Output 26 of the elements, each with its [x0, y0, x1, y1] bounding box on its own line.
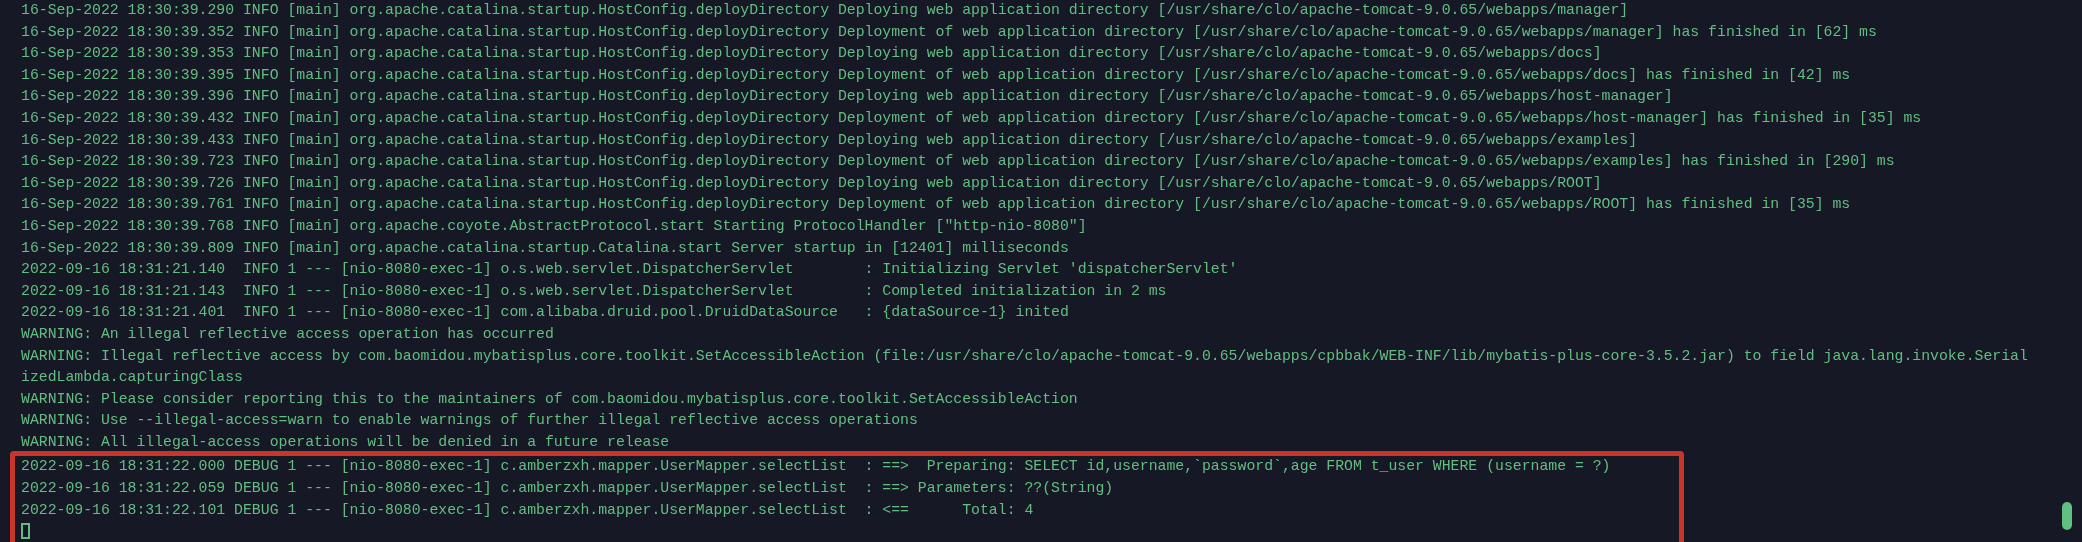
log-line: 2022-09-16 18:31:21.401 INFO 1 --- [nio-8080-exec-1] com.alibaba.druid.pool.DruidDataSource : {dataSource-1} inited [21, 303, 1069, 323]
text-cursor [21, 523, 30, 540]
log-line: 16-Sep-2022 18:30:39.761 INFO [main] org.apache.catalina.startup.HostConfig.deployDirectory Deployment of web application directory [/usr/share/clo/apache-tomcat-9.0.65/webapps/ROOT] has finished in [35] ms [21, 195, 1851, 215]
log-line: izedLambda.capturingClass [21, 368, 243, 388]
log-line: WARNING: An illegal reflective access operation has occurred [21, 324, 554, 344]
log-line: 16-Sep-2022 18:30:39.290 INFO [main] org.apache.catalina.startup.HostConfig.deployDirectory Deploying web application directory [/usr/share/clo/apache-tomcat-9.0.65/webapps/manager] [21, 1, 1629, 20]
scrollbar-thumb[interactable] [2062, 502, 2072, 530]
log-line: 16-Sep-2022 18:30:39.723 INFO [main] org.apache.catalina.startup.HostConfig.deployDirectory Deployment of web application directory [/usr/share/clo/apache-tomcat-9.0.65/webapps/examples] has finished in [290] ms [21, 152, 1895, 172]
log-line: WARNING: Please consider reporting this to the maintainers of com.baomidou.mybatisplus.core.toolkit.SetAccessibleAction [21, 389, 1078, 409]
log-line: 16-Sep-2022 18:30:39.396 INFO [main] org.apache.catalina.startup.HostConfig.deployDirectory Deploying web application directory [/usr/share/clo/apache-tomcat-9.0.65/webapps/host-manager] [21, 87, 1673, 107]
log-line: 2022-09-16 18:31:21.140 INFO 1 --- [nio-8080-exec-1] o.s.web.servlet.DispatcherServlet : Initializing Servlet 'dispatcherServlet' [21, 260, 1238, 280]
log-line: 16-Sep-2022 18:30:39.726 INFO [main] org.apache.catalina.startup.HostConfig.deployDirectory Deploying web application directory [/usr/share/clo/apache-tomcat-9.0.65/webapps/ROOT] [21, 173, 1602, 193]
log-line: 16-Sep-2022 18:30:39.395 INFO [main] org.apache.catalina.startup.HostConfig.deployDirectory Deployment of web application directory [/usr/share/clo/apache-tomcat-9.0.65/webapps/docs] has finished in [42] ms [21, 65, 1851, 85]
log-line: 16-Sep-2022 18:30:39.353 INFO [main] org.apache.catalina.startup.HostConfig.deployDirectory Deploying web application directory [/usr/share/clo/apache-tomcat-9.0.65/webapps/docs] [21, 44, 1602, 64]
log-line: WARNING: All illegal-access operations will be denied in a future release [21, 432, 670, 452]
log-line: 2022-09-16 18:31:21.143 INFO 1 --- [nio-8080-exec-1] o.s.web.servlet.DispatcherServlet : Completed initialization in 2 ms [21, 281, 1167, 301]
log-line: WARNING: Use --illegal-access=warn to enable warnings of further illegal reflective access operations [21, 411, 918, 431]
log-line: WARNING: Illegal reflective access by com.baomidou.mybatisplus.core.toolkit.SetAccessibleAction (file:/usr/share/clo/apache-tomcat-9.0.65/webapps/cpbbak/WEB-INF/lib/mybatis-plus-core-3.5.2.jar) to field java.lang.invoke.Serial [21, 346, 2028, 366]
log-line: 2022-09-16 18:31:22.000 DEBUG 1 --- [nio-8080-exec-1] c.amberzxh.mapper.UserMapper.selectList : ==> Preparing: SELECT id,username,`password`,age FROM t_user WHERE (username = ?) [21, 457, 1611, 477]
log-line: 2022-09-16 18:31:22.101 DEBUG 1 --- [nio-8080-exec-1] c.amberzxh.mapper.UserMapper.selectList : <== Total: 4 [21, 500, 1034, 520]
log-line: 16-Sep-2022 18:30:39.432 INFO [main] org.apache.catalina.startup.HostConfig.deployDirectory Deployment of web application directory [/usr/share/clo/apache-tomcat-9.0.65/webapps/host-manager] has finished in [35] ms [21, 108, 1922, 128]
log-line: 16-Sep-2022 18:30:39.809 INFO [main] org.apache.catalina.startup.Catalina.start Server startup in [12401] milliseconds [21, 238, 1069, 258]
log-line: 16-Sep-2022 18:30:39.352 INFO [main] org.apache.catalina.startup.HostConfig.deployDirectory Deployment of web application directory [/usr/share/clo/apache-tomcat-9.0.65/webapps/manager] has finished in [62] ms [21, 22, 1877, 42]
log-line: 16-Sep-2022 18:30:39.433 INFO [main] org.apache.catalina.startup.HostConfig.deployDirectory Deploying web application directory [/usr/share/clo/apache-tomcat-9.0.65/webapps/examples] [21, 130, 1638, 150]
log-line: 16-Sep-2022 18:30:39.768 INFO [main] org.apache.coyote.AbstractProtocol.start Starting ProtocolHandler ["http-nio-8080"] [21, 216, 1087, 236]
log-line: 2022-09-16 18:31:22.059 DEBUG 1 --- [nio-8080-exec-1] c.amberzxh.mapper.UserMapper.selectList : ==> Parameters: ??(String) [21, 479, 1114, 499]
